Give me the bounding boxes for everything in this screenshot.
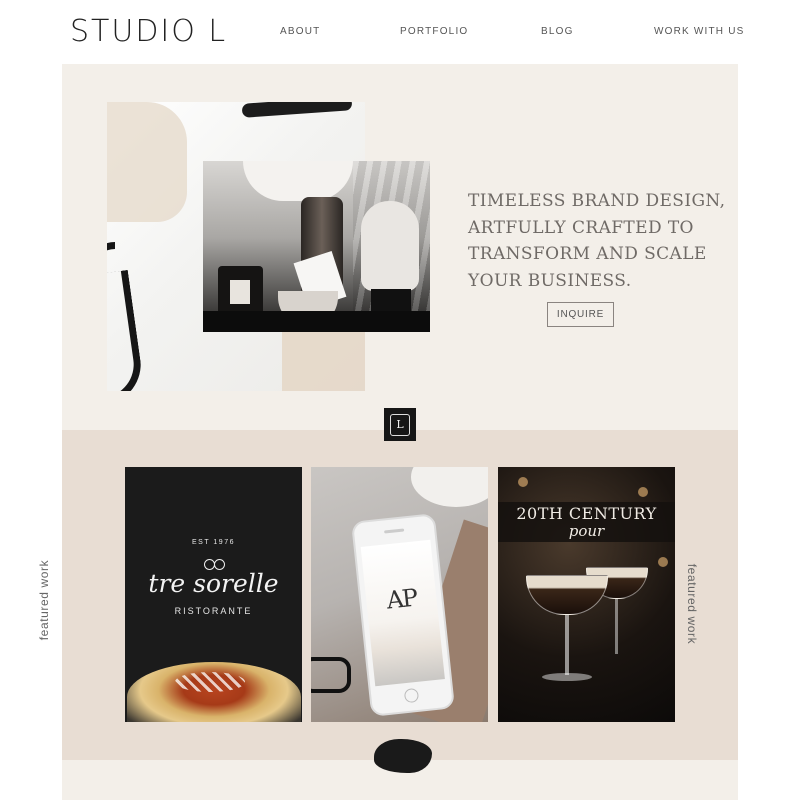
monogram-letter: L	[390, 413, 410, 436]
phone-home-button	[403, 687, 420, 704]
glass-stem	[615, 599, 618, 654]
nav-blog-link[interactable]: BLOG	[541, 26, 574, 37]
site-logo[interactable]: STUDIO L	[70, 14, 227, 49]
black-brush-stroke	[107, 242, 115, 332]
featured-work-label-right: featured work	[685, 563, 699, 645]
cheese-topping	[175, 672, 245, 692]
portfolio-card-ap[interactable]: AP	[311, 467, 488, 722]
phone-screen: AP	[360, 539, 445, 687]
eyeglasses	[311, 657, 351, 693]
beige-paint-swatch	[107, 102, 187, 222]
dark-table	[203, 311, 430, 332]
glass-foot	[542, 673, 592, 681]
coffee-cup	[411, 467, 488, 507]
portfolio-card-tre-sorelle[interactable]: EST 1976 tre sorelle RISTORANTE	[125, 467, 302, 722]
featured-work-label-left: featured work	[37, 559, 51, 641]
cocktail-glass	[526, 575, 608, 615]
phone-speaker	[384, 528, 405, 534]
nav-about-link[interactable]: ABOUT	[280, 26, 320, 37]
bokeh-light	[658, 557, 668, 567]
nav-work-with-us-link[interactable]: WORK WITH US	[654, 26, 745, 37]
inquire-button[interactable]: INQUIRE	[547, 302, 614, 327]
hero-tagline: TIMELESS BRAND DESIGN, ARTFULLY CRAFTED …	[468, 188, 726, 294]
glass-stem	[565, 615, 569, 675]
hydrangea-flowers	[243, 161, 353, 201]
site-header: STUDIO L ABOUT PORTFOLIO BLOG WORK WITH …	[0, 0, 800, 64]
marble-bust	[361, 201, 419, 291]
hero-still-life-photo	[203, 161, 430, 332]
black-brush-stroke	[241, 102, 353, 118]
pasta-plate-image	[127, 662, 301, 722]
ap-monogram: AP	[385, 583, 418, 615]
brand-title: 20TH CENTURY	[516, 504, 657, 523]
brand-subtitle: RISTORANTE	[174, 606, 253, 616]
monogram-badge: L	[384, 408, 416, 441]
bokeh-light	[518, 477, 528, 487]
phone-mockup: AP	[350, 513, 456, 717]
tagline-line: TIMELESS BRAND DESIGN,	[468, 191, 726, 211]
tagline-line: ARTFULLY CRAFTED TO	[468, 217, 694, 238]
portfolio-card-20th-century-pour[interactable]: 20TH CENTURY pour	[498, 467, 675, 722]
nav-portfolio-link[interactable]: PORTFOLIO	[400, 26, 468, 37]
tagline-line: TRANSFORM AND SCALE	[468, 244, 707, 264]
bokeh-light	[638, 487, 648, 497]
brand-name: tre sorelle	[148, 569, 279, 598]
est-label: EST 1976	[191, 539, 235, 546]
brand-subtitle: pour	[568, 522, 605, 540]
ink-splotch	[374, 739, 432, 773]
tagline-line: YOUR BUSINESS.	[468, 270, 632, 291]
